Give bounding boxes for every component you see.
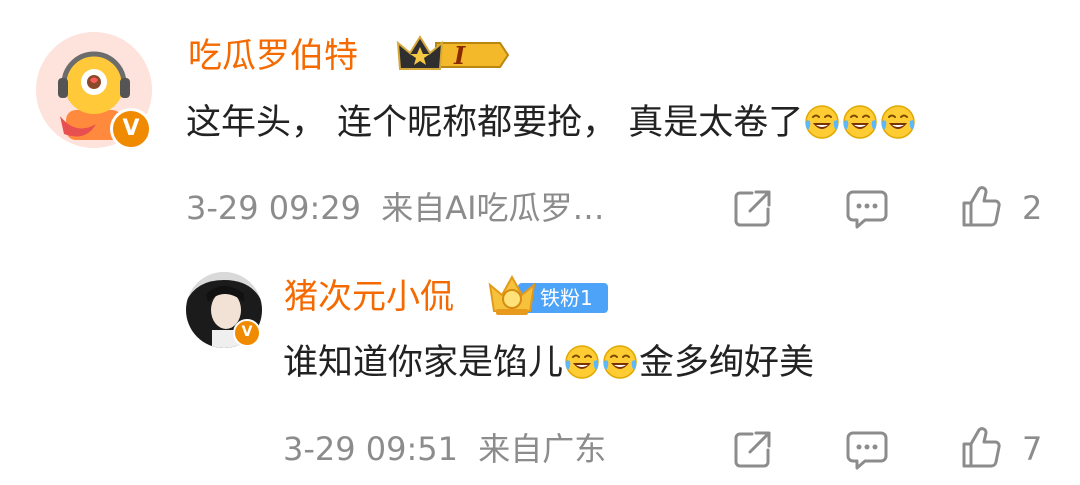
emoji-group	[803, 103, 917, 143]
comment-body-tail: 金多绚好美	[639, 343, 815, 383]
verified-badge: V	[233, 319, 261, 347]
fan-badge[interactable]: 铁粉1	[488, 273, 614, 319]
rank-badge[interactable]: I	[396, 33, 510, 77]
username[interactable]: 吃瓜罗伯特	[188, 36, 358, 76]
laugh-cry-emoji	[881, 105, 916, 139]
emoji-group	[563, 343, 639, 383]
thumbs-up-icon	[962, 186, 1001, 227]
username[interactable]: 猪次元小侃	[284, 277, 454, 317]
comment-text: 这年头， 连个昵称都要抢， 真是太卷了	[186, 101, 917, 145]
comment-body: 谁知道你家是馅儿	[283, 343, 564, 383]
comment-meta: 3-29 09:29 来自AI吃瓜罗…	[186, 188, 605, 228]
laugh-cry-emoji	[565, 345, 599, 379]
comment-button[interactable]	[845, 428, 889, 472]
crown-rank-icon	[396, 35, 510, 70]
share-button[interactable]	[732, 428, 774, 470]
source: 来自广东	[478, 430, 607, 468]
share-icon	[734, 431, 771, 468]
comment-button[interactable]	[845, 187, 889, 231]
source: 来自AI吃瓜罗…	[381, 189, 605, 227]
crown-fan-icon	[488, 274, 536, 315]
share-icon	[734, 190, 771, 227]
comment-body: 这年头， 连个昵称都要抢， 真是太卷了	[186, 103, 804, 143]
fan-badge-label: 铁粉1	[540, 286, 593, 310]
like-button[interactable]	[960, 426, 1002, 470]
thumbs-up-icon	[962, 427, 1001, 468]
comment-meta: 3-29 09:51 来自广东	[283, 429, 606, 469]
comment-text: 谁知道你家是馅儿 金多绚好美	[283, 341, 814, 385]
like-count: 2	[1022, 189, 1043, 227]
comment-icon	[846, 431, 888, 470]
laugh-cry-emoji	[603, 345, 637, 379]
like-button[interactable]	[960, 185, 1002, 229]
timestamp: 3-29 09:29	[186, 189, 362, 227]
laugh-cry-emoji	[843, 105, 878, 139]
laugh-cry-emoji	[805, 105, 840, 139]
comment-icon	[846, 190, 888, 229]
verified-badge: V	[110, 108, 152, 150]
timestamp: 3-29 09:51	[283, 430, 459, 468]
rank-level: I	[454, 41, 466, 70]
like-count: 7	[1022, 430, 1043, 468]
share-button[interactable]	[732, 187, 774, 229]
